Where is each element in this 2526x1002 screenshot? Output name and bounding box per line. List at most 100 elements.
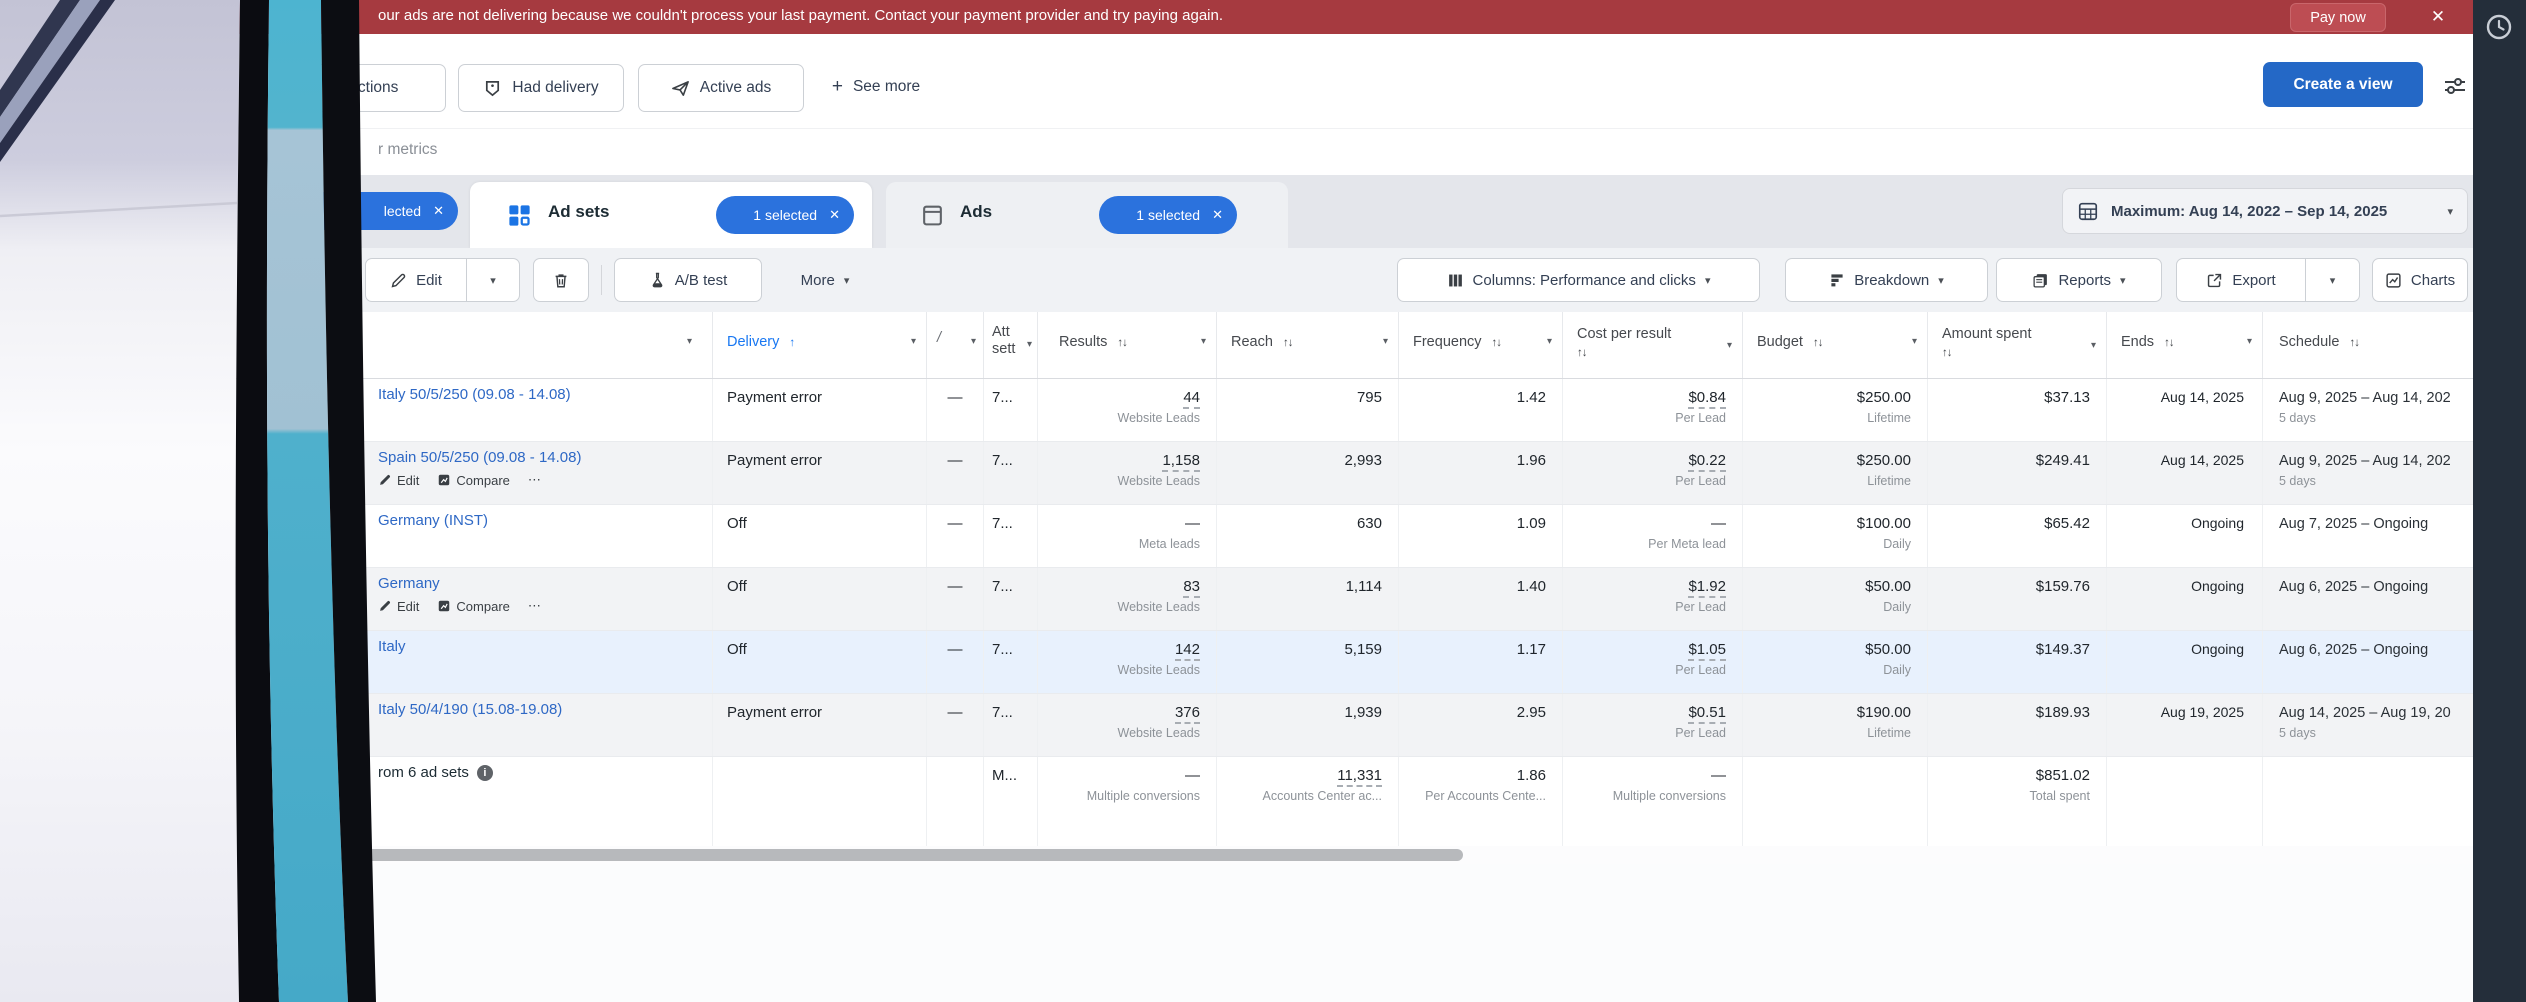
tab-ad-sets[interactable]: Ad sets 1 selected ✕ (470, 182, 872, 248)
col-header-delivery[interactable]: Delivery ↑ ▾ (713, 312, 927, 378)
cell-cost-per-result-value[interactable]: $0.84 (1688, 389, 1726, 409)
delete-button[interactable] (533, 258, 589, 302)
cell-cost-per-result-value[interactable]: $0.22 (1688, 452, 1726, 472)
cell-cost-per-result-value[interactable]: $1.92 (1688, 578, 1726, 598)
close-icon[interactable]: ✕ (1212, 207, 1223, 223)
cell-results-value[interactable]: 376 (1175, 704, 1200, 724)
ad-set-name-link[interactable]: Italy (378, 638, 406, 655)
cell-results-value[interactable]: 142 (1175, 641, 1200, 661)
pay-now-button[interactable]: Pay now (2290, 3, 2386, 32)
horizontal-scrollbar-thumb[interactable] (358, 849, 1463, 861)
create-a-view-button[interactable]: Create a view (2263, 62, 2423, 107)
cell-amount-spent-sublabel: Total spent (1928, 789, 2090, 803)
clock-icon[interactable] (2484, 12, 2514, 42)
table-row[interactable]: Germany (INST)Off—7...—Meta leads6301.09… (0, 505, 2473, 568)
info-icon[interactable]: i (477, 765, 493, 781)
col-header-amount-spent[interactable]: Amount spent ↑↓ ▾ (1928, 312, 2107, 378)
chevron-down-icon[interactable]: ▾ (1547, 336, 1552, 347)
ad-set-name-link[interactable]: Germany (378, 575, 440, 592)
col-header-ends[interactable]: Ends ↑↓ ▾ (2107, 312, 2263, 378)
cell-results-value[interactable]: 44 (1183, 389, 1200, 409)
campaigns-selected-badge[interactable]: lected ✕ (300, 192, 458, 230)
ads-selected-badge[interactable]: 1 selected ✕ (1099, 196, 1237, 234)
col-header-budget[interactable]: Budget ↑↓ ▾ (1743, 312, 1928, 378)
charts-button[interactable]: Charts (2372, 258, 2468, 302)
cell-amount-spent-value: $149.37 (2036, 641, 2090, 658)
cell-frequency-value: 1.86 (1517, 767, 1546, 784)
cell-ab-test: — (927, 568, 984, 630)
col-header-name[interactable]: ▾ (0, 312, 713, 378)
ad-set-name-link[interactable]: Spain 50/5/250 (09.08 - 14.08) (378, 449, 581, 466)
chevron-down-icon[interactable]: ▾ (911, 336, 916, 347)
close-icon[interactable]: ✕ (433, 203, 444, 219)
table-header-row: ▾ Delivery ↑ ▾ / ▾ Att sett ▾ Results ↑↓… (0, 312, 2473, 379)
row-compare-button[interactable]: Compare (437, 473, 509, 488)
col-header-schedule[interactable]: Schedule ↑↓ (2263, 312, 2473, 378)
cell-attribution: 7... (984, 694, 1038, 756)
filter-chip-actions[interactable]: Actions (300, 64, 446, 112)
cell-budget-value: $250.00 (1857, 452, 1911, 469)
chevron-down-icon[interactable]: ▾ (2247, 336, 2252, 347)
chevron-down-icon[interactable]: ▾ (1727, 336, 1732, 355)
table-row[interactable]: Spain 50/5/250 (09.08 - 14.08) Edit Compar… (0, 442, 2473, 505)
row-edit-button[interactable]: Edit (378, 473, 419, 488)
close-icon[interactable]: ✕ (2424, 4, 2452, 30)
chevron-down-icon[interactable]: ▾ (971, 336, 976, 347)
cell-cost-per-result-value[interactable]: $0.51 (1688, 704, 1726, 724)
horizontal-scrollbar[interactable] (0, 846, 2473, 864)
chevron-down-icon[interactable]: ▾ (1383, 336, 1388, 347)
cell-cost-per-result-value[interactable]: $1.05 (1688, 641, 1726, 661)
cell-reach-value: 2,993 (1344, 452, 1382, 469)
table-row[interactable]: ItalyOff—7...142Website Leads5,1591.17$1… (0, 631, 2473, 694)
cell-results-value[interactable]: 83 (1183, 578, 1200, 598)
chevron-down-icon[interactable]: ▾ (1027, 336, 1032, 353)
row-more-options-button[interactable]: ⋯ (528, 598, 541, 614)
ad-sets-selected-badge[interactable]: 1 selected ✕ (716, 196, 854, 234)
table-row[interactable]: GermanyEditCompare⋯Off—7...83Website Lea… (0, 568, 2473, 631)
col-header-ab-test[interactable]: / ▾ (927, 312, 984, 378)
ad-set-name-link[interactable]: Italy 50/5/250 (09.08 - 14.08) (378, 386, 571, 403)
row-compare-button[interactable]: Compare (437, 599, 509, 614)
chevron-down-icon: ▾ (2447, 205, 2453, 218)
table-row[interactable]: Italy 50/4/190 (15.08-19.08)Payment erro… (0, 694, 2473, 757)
cell-reach-value: 630 (1357, 515, 1382, 532)
col-header-reach[interactable]: Reach ↑↓ ▾ (1217, 312, 1399, 378)
export-button[interactable]: Export (2176, 258, 2306, 302)
view-settings-sliders-icon[interactable] (2438, 70, 2472, 102)
col-header-attribution[interactable]: Att sett ▾ (984, 312, 1038, 378)
cell-results-value[interactable]: 1,158 (1162, 452, 1200, 472)
cell-ends-value: Aug 14, 2025 (2161, 389, 2244, 405)
breakdown-button[interactable]: Breakdown ▾ (1785, 258, 1988, 302)
export-dropdown-button[interactable]: ▾ (2306, 258, 2360, 302)
chevron-down-icon[interactable]: ▾ (1912, 336, 1917, 347)
chevron-down-icon[interactable]: ▾ (2091, 336, 2096, 355)
cell-cost-per-result-sublabel: Multiple conversions (1563, 789, 1726, 803)
close-icon[interactable]: ✕ (829, 207, 840, 223)
col-header-frequency[interactable]: Frequency ↑↓ ▾ (1399, 312, 1563, 378)
see-more-button[interactable]: + See more (816, 64, 936, 110)
edit-button[interactable]: Edit (365, 258, 467, 302)
edit-dropdown-button[interactable]: ▾ (467, 258, 520, 302)
search-metrics-row[interactable]: r metrics (0, 128, 2473, 177)
col-header-results[interactable]: Results ↑↓ ▾ (1038, 312, 1217, 378)
ab-test-column-icon: / (937, 330, 941, 346)
cell-summary-name: rom 6 ad setsi (0, 757, 713, 853)
tab-ads[interactable]: Ads 1 selected ✕ (886, 182, 1288, 248)
filter-chip-had-delivery[interactable]: Had delivery (458, 64, 624, 112)
search-placeholder-fragment: r metrics (378, 141, 437, 159)
cell-reach-value[interactable]: 11,331 (1337, 767, 1382, 787)
more-button[interactable]: More ▾ (775, 258, 875, 302)
date-range-selector[interactable]: Maximum: Aug 14, 2022 – Sep 14, 2025 ▾ (2062, 188, 2468, 234)
row-edit-button[interactable]: Edit (378, 599, 419, 614)
chevron-down-icon[interactable]: ▾ (1201, 336, 1206, 347)
chevron-down-icon[interactable]: ▾ (687, 336, 692, 347)
reports-button[interactable]: Reports ▾ (1996, 258, 2162, 302)
filter-chip-active-ads[interactable]: Active ads (638, 64, 804, 112)
table-row[interactable]: Italy 50/5/250 (09.08 - 14.08)Payment er… (0, 379, 2473, 442)
ab-test-button[interactable]: A/B test (614, 258, 762, 302)
row-more-options-button[interactable]: ⋯ (528, 472, 541, 488)
columns-button[interactable]: Columns: Performance and clicks ▾ (1397, 258, 1760, 302)
col-header-cost-per-result[interactable]: Cost per result ↑↓ ▾ (1563, 312, 1743, 378)
ad-set-name-link[interactable]: Germany (INST) (378, 512, 488, 529)
ad-set-name-link[interactable]: Italy 50/4/190 (15.08-19.08) (378, 701, 562, 718)
